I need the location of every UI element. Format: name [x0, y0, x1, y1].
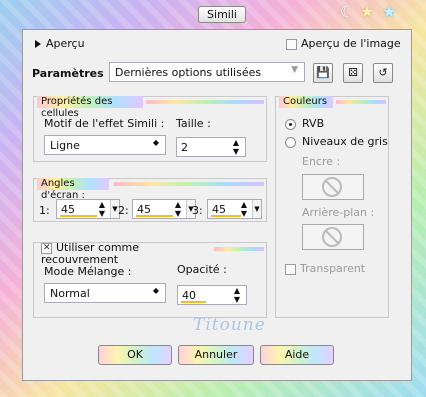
- grayscale-radio[interactable]: [285, 137, 296, 148]
- value-underline: [60, 215, 97, 217]
- star-icon: ★: [360, 2, 375, 21]
- opacity-label: Opacité :: [177, 263, 227, 276]
- angle-2-label: 2:: [118, 204, 129, 217]
- blend-mode-label: Mode Mélange :: [44, 265, 132, 278]
- rainbow-divider: [114, 182, 264, 186]
- angle-3-label: 3:: [192, 204, 203, 217]
- value-underline: [136, 215, 173, 217]
- disabled-icon: [322, 227, 342, 247]
- dice-icon: ⚄: [348, 66, 358, 79]
- image-preview-checkbox[interactable]: Aperçu de l'image: [286, 37, 401, 50]
- dropdown-arrow-icon[interactable]: ▼: [252, 200, 261, 218]
- motif-value: Ligne: [50, 139, 80, 152]
- spin-arrows-icon: ◆: [152, 286, 159, 295]
- transparent-checkbox[interactable]: Transparent: [285, 262, 365, 275]
- angle-1-spinner[interactable]: 45 ▲ ▼ ▼: [56, 199, 120, 219]
- size-value: 2: [181, 141, 188, 154]
- size-spinner[interactable]: 2 ▲ ▼: [176, 137, 246, 157]
- opacity-spinner[interactable]: 40 ▲ ▼: [177, 285, 247, 305]
- help-button[interactable]: Aide: [260, 345, 334, 365]
- checkbox-icon: [286, 38, 297, 50]
- ok-button[interactable]: OK: [98, 345, 172, 365]
- dialog-panel: Aperçu Aperçu de l'image Paramètres Dern…: [22, 29, 412, 381]
- value-underline: [181, 301, 206, 303]
- value-underline: [211, 215, 241, 217]
- angle-3-spinner[interactable]: 45 ▲ ▼ ▼: [207, 199, 262, 219]
- angle-2-spinner[interactable]: 45 ▲ ▼ ▼: [132, 199, 196, 219]
- spin-arrows-icon: ◆: [152, 138, 159, 147]
- spin-arrows-icon[interactable]: ▲ ▼: [239, 200, 249, 218]
- overlay-checkbox[interactable]: Utiliser comme recouvrement: [37, 242, 213, 266]
- rainbow-divider: [146, 100, 264, 104]
- spin-arrows-icon[interactable]: ▲ ▼: [173, 200, 183, 218]
- screen-angles-title: Angles d'écran :: [37, 178, 109, 201]
- reset-button[interactable]: ↺: [373, 63, 393, 83]
- spin-arrows-icon[interactable]: ▲ ▼: [232, 286, 242, 304]
- rgb-radio[interactable]: [285, 119, 296, 130]
- ink-color-swatch: [302, 174, 364, 200]
- spin-arrows-icon[interactable]: ▲ ▼: [231, 138, 241, 156]
- size-label: Taille :: [176, 117, 211, 130]
- cell-properties-group: Propriétés des cellules Motif de l'effet…: [33, 96, 267, 162]
- moon-icon: ☾: [340, 2, 355, 21]
- background-color-swatch: [302, 224, 364, 250]
- expand-triangle-icon: [35, 40, 41, 48]
- rainbow-divider: [336, 100, 386, 104]
- screen-angles-group: Angles d'écran : 1: 45 ▲ ▼ ▼ 2: 45 ▲ ▼ ▼ 3…: [33, 178, 267, 222]
- overlay-group: Utiliser comme recouvrement Mode Mélange…: [33, 242, 267, 318]
- presets-label: Paramètres: [32, 67, 104, 80]
- star-icon: ★: [382, 2, 397, 21]
- background-label: Arrière-plan :: [302, 206, 375, 219]
- rainbow-divider: [214, 247, 264, 251]
- rgb-label: RVB: [302, 117, 325, 130]
- dropdown-arrow-icon: ▼: [291, 65, 298, 75]
- motif-label: Motif de l'effet Simili :: [44, 117, 165, 130]
- grayscale-label: Niveaux de gris: [302, 135, 388, 148]
- motif-dropdown[interactable]: Ligne ◆: [44, 135, 166, 155]
- overlay-label: Utiliser comme recouvrement: [41, 241, 140, 266]
- reset-icon: ↺: [378, 66, 388, 79]
- angle-1-label: 1:: [39, 204, 50, 217]
- checkbox-icon: [285, 263, 296, 275]
- save-icon: 💾: [316, 66, 330, 79]
- watermark-text: Titoune: [193, 315, 266, 335]
- preview-label: Aperçu: [46, 37, 85, 50]
- save-preset-button[interactable]: 💾: [313, 63, 333, 83]
- colors-group: Couleurs RVB Niveaux de gris Encre : Arr…: [275, 96, 389, 318]
- dialog-frame: Simili ☾ ★ ★ Aperçu Aperçu de l'image Pa…: [0, 0, 426, 397]
- checkbox-icon: [41, 242, 52, 254]
- blend-mode-dropdown[interactable]: Normal ◆: [44, 283, 166, 303]
- spin-arrows-icon[interactable]: ▲ ▼: [97, 200, 107, 218]
- image-preview-label: Aperçu de l'image: [301, 37, 401, 50]
- randomize-button[interactable]: ⚄: [343, 63, 363, 83]
- presets-dropdown[interactable]: Dernières options utilisées ▼: [109, 62, 305, 82]
- transparent-label: Transparent: [300, 262, 366, 275]
- blend-mode-value: Normal: [50, 287, 90, 300]
- cell-properties-title: Propriétés des cellules: [37, 96, 143, 119]
- disabled-icon: [322, 177, 342, 197]
- colors-title: Couleurs: [279, 96, 333, 108]
- ink-label: Encre :: [302, 155, 341, 168]
- cancel-button[interactable]: Annuler: [178, 345, 254, 365]
- dialog-title: Simili: [198, 6, 246, 23]
- presets-value: Dernières options utilisées: [115, 66, 262, 79]
- preview-toggle[interactable]: Aperçu: [35, 37, 85, 50]
